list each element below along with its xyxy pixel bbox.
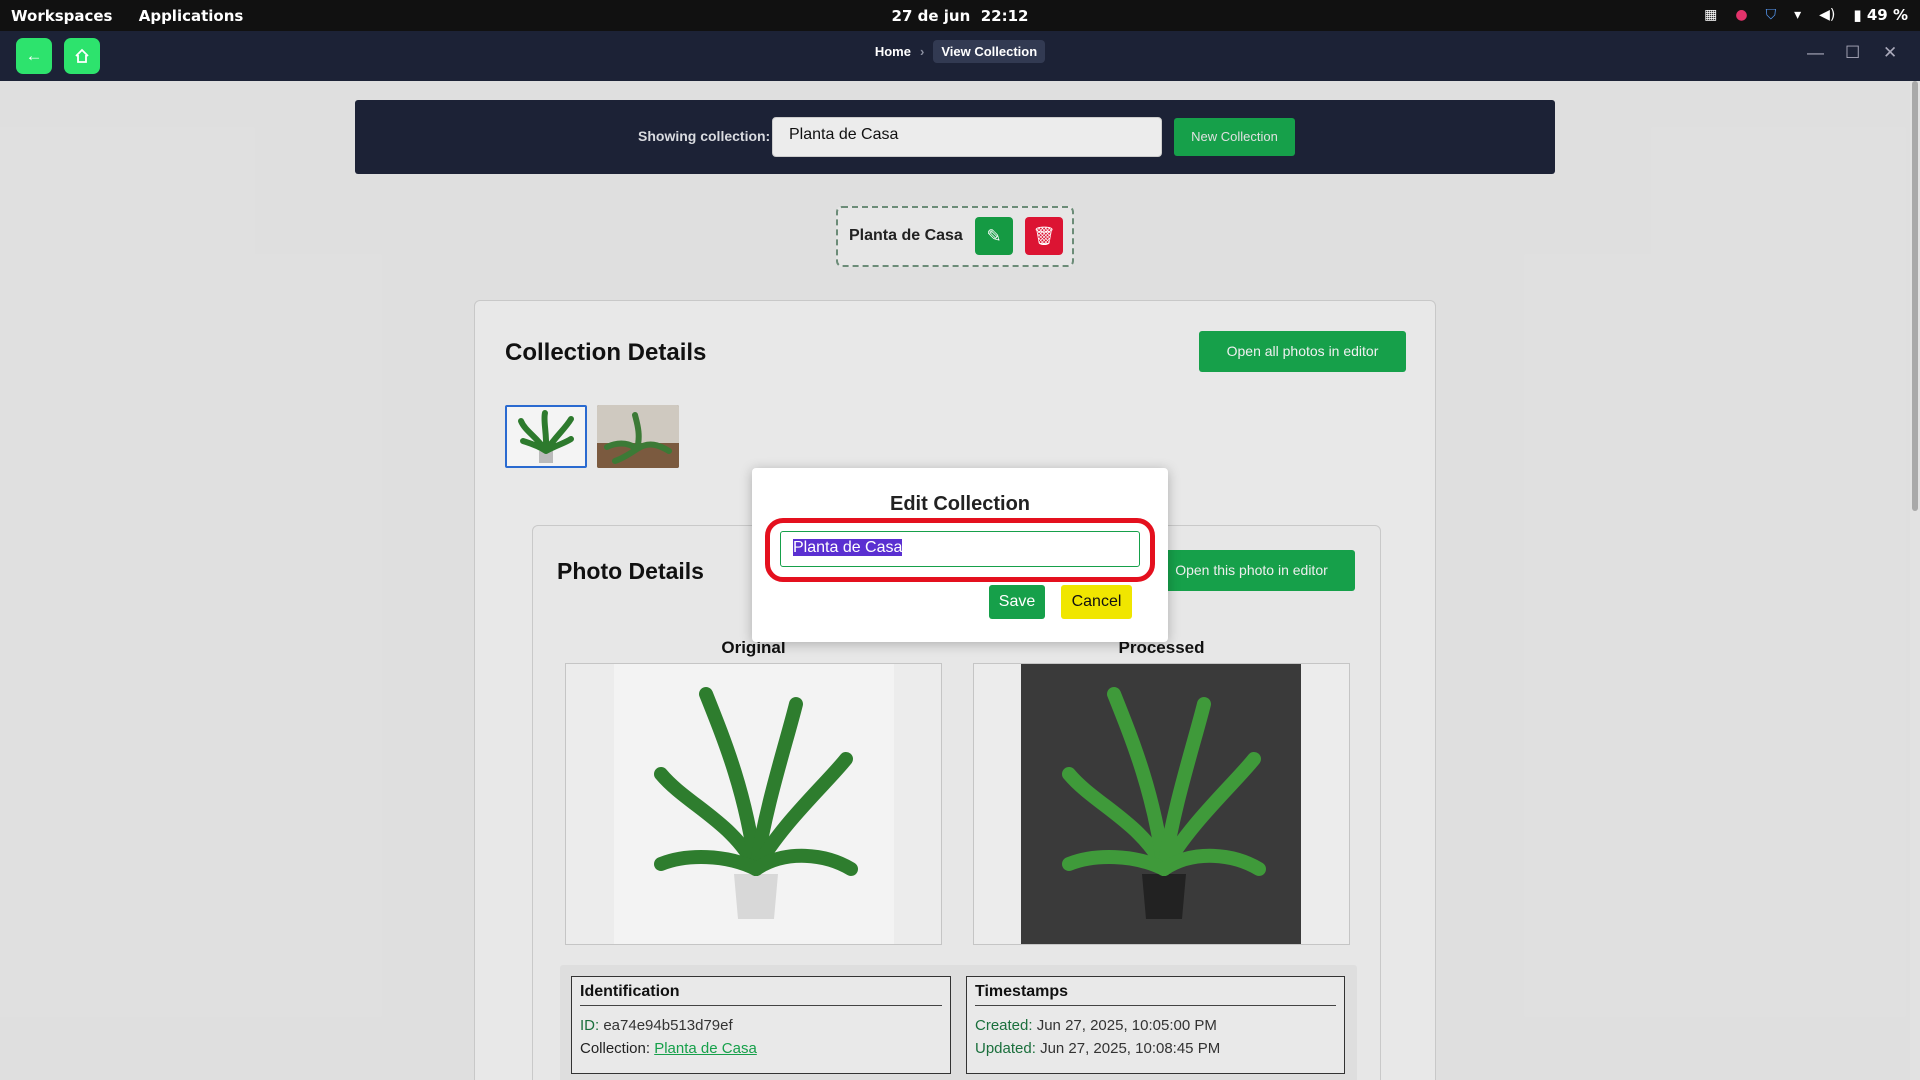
timestamps-title: Timestamps xyxy=(975,983,1336,1006)
collection-details-card: Collection Details Open all photos in ed… xyxy=(474,300,1436,1080)
breadcrumb-current: View Collection xyxy=(933,40,1046,63)
collection-chip-name: Planta de Casa xyxy=(849,227,963,244)
save-button[interactable]: Save xyxy=(989,585,1045,619)
photo-info-area: Identification ID: ea74e94b513d79ef Coll… xyxy=(560,965,1357,1080)
created-key: Created: xyxy=(975,1017,1033,1034)
identification-box: Identification ID: ea74e94b513d79ef Coll… xyxy=(571,976,951,1074)
collection-link[interactable]: Planta de Casa xyxy=(654,1040,757,1057)
plant-image xyxy=(597,405,679,468)
collection-chip: Planta de Casa ✎ 🗑 xyxy=(836,206,1074,267)
original-plant-image xyxy=(614,664,894,944)
breadcrumb-home[interactable]: Home xyxy=(875,44,911,59)
open-all-photos-button[interactable]: Open all photos in editor xyxy=(1199,331,1406,372)
close-icon[interactable]: ✕ xyxy=(1883,43,1897,63)
scrollbar-thumb[interactable] xyxy=(1912,81,1918,511)
wifi-icon[interactable]: ▾ xyxy=(1794,7,1801,23)
photo-thumbnail[interactable] xyxy=(505,405,587,468)
trash-icon: 🗑 xyxy=(1032,226,1056,246)
clock[interactable]: 27 de jun 22:12 xyxy=(0,7,1920,25)
shield-icon[interactable]: ⛉ xyxy=(1766,7,1777,23)
photo-details-title: Photo Details xyxy=(557,558,704,584)
volume-icon[interactable]: ◀) xyxy=(1819,7,1835,23)
battery-indicator[interactable]: ▮ 49 % xyxy=(1853,6,1908,24)
updated-value: Jun 27, 2025, 10:08:45 PM xyxy=(1040,1040,1221,1057)
id-key: ID: xyxy=(580,1017,600,1034)
photo-thumbnail[interactable] xyxy=(597,405,679,468)
collection-key: Collection: xyxy=(580,1040,651,1057)
minimize-icon[interactable]: — xyxy=(1807,43,1824,63)
cancel-button[interactable]: Cancel xyxy=(1061,585,1132,619)
processed-plant-image xyxy=(1021,664,1301,944)
battery-percent: 49 % xyxy=(1866,6,1908,24)
created-value: Jun 27, 2025, 10:05:00 PM xyxy=(1036,1017,1217,1034)
timestamps-box: Timestamps Created: Jun 27, 2025, 10:05:… xyxy=(966,976,1345,1074)
page-scrollbar[interactable] xyxy=(1910,81,1920,1080)
updated-key: Updated: xyxy=(975,1040,1036,1057)
new-collection-button[interactable]: New Collection xyxy=(1174,118,1295,156)
processed-image-box xyxy=(973,663,1350,945)
window-switcher-icon[interactable]: ▦ xyxy=(1704,7,1717,23)
highlight-annotation xyxy=(765,518,1155,582)
showing-collection-label: Showing collection: xyxy=(638,128,771,144)
date-text: 27 de jun xyxy=(891,7,971,25)
id-value: ea74e94b513d79ef xyxy=(603,1017,733,1034)
collection-select[interactable]: Planta de Casa xyxy=(772,117,1162,157)
delete-collection-button[interactable]: 🗑 xyxy=(1025,217,1063,255)
modal-title: Edit Collection xyxy=(890,493,1030,515)
edit-collection-button[interactable]: ✎ xyxy=(975,217,1013,255)
time-text: 22:12 xyxy=(980,7,1029,25)
plant-image xyxy=(518,410,574,463)
original-image-box xyxy=(565,663,942,945)
identification-title: Identification xyxy=(580,983,942,1006)
pencil-icon: ✎ xyxy=(986,226,1002,246)
system-top-bar: Workspaces Applications 27 de jun 22:12 … xyxy=(0,0,1920,31)
battery-icon: ▮ xyxy=(1853,6,1862,24)
open-this-photo-button[interactable]: Open this photo in editor xyxy=(1148,550,1355,591)
breadcrumb-separator: › xyxy=(919,44,925,59)
breadcrumb: Home › View Collection xyxy=(0,40,1920,63)
app-tray-icon[interactable]: ● xyxy=(1735,7,1747,23)
edit-collection-modal: Edit Collection Planta de Casa Save Canc… xyxy=(752,468,1168,642)
app-header: ← Home › View Collection — ☐ ✕ xyxy=(0,31,1920,81)
maximize-icon[interactable]: ☐ xyxy=(1845,43,1860,63)
collection-details-title: Collection Details xyxy=(505,339,707,366)
collection-selector-bar: Showing collection: Planta de Casa New C… xyxy=(355,100,1555,174)
